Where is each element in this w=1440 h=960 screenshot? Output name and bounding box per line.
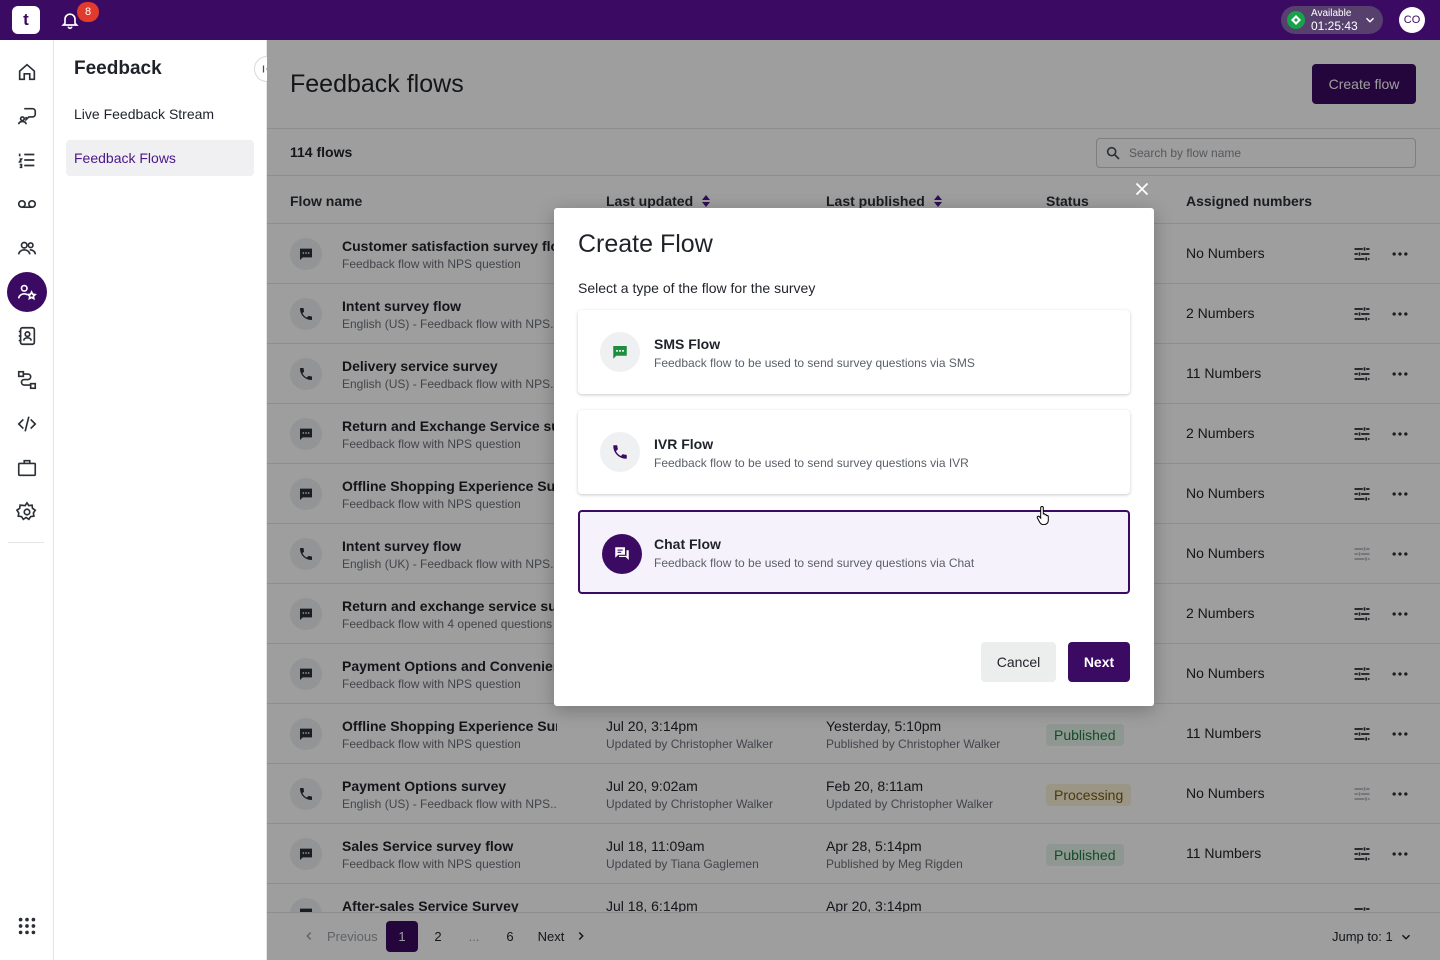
hand-cursor-icon [1036,505,1049,525]
user-avatar[interactable]: CO [1399,7,1425,33]
notification-badge: 8 [77,2,99,22]
team-icon[interactable] [7,228,47,268]
option-title: Chat Flow [654,536,721,552]
rail-divider [8,542,44,543]
option-description: Feedback flow to be used to send survey … [654,456,969,470]
side-panel-title: Feedback [74,58,162,79]
status-label: Available [1311,7,1352,19]
option-title: IVR Flow [654,436,714,452]
code-icon[interactable] [7,404,47,444]
app-logo[interactable]: t [12,6,40,34]
sms-icon [600,332,640,372]
routing-icon[interactable] [7,360,47,400]
home-icon[interactable] [7,52,47,92]
option-description: Feedback flow to be used to send survey … [654,556,975,570]
dialog-subtitle: Select a type of the flow for the survey [578,280,816,296]
availability-status-dropdown[interactable]: Available 01:25:43 [1281,6,1383,34]
create-flow-dialog: Create Flow Select a type of the flow fo… [554,208,1154,706]
briefcase-icon[interactable] [7,448,47,488]
option-description: Feedback flow to be used to send survey … [654,356,975,370]
feedback-icon[interactable] [7,272,47,312]
option-title: SMS Flow [654,336,721,352]
sidebar-item-live-feedback-stream[interactable]: Live Feedback Stream [66,96,254,132]
chevron-down-icon [1365,17,1375,23]
left-rail [0,40,54,960]
side-panel: Feedback Live Feedback Stream Feedback F… [54,40,280,960]
cancel-button[interactable]: Cancel [981,642,1056,682]
conversations-icon[interactable] [7,96,47,136]
status-timer: 01:25:43 [1311,18,1358,33]
available-status-icon [1287,11,1305,29]
queue-list-icon[interactable] [7,140,47,180]
top-bar: t 8 Available 01:25:43 CO [0,0,1440,40]
sms-flow-option[interactable]: SMS Flow Feedback flow to be used to sen… [578,310,1130,394]
next-button[interactable]: Next [1068,642,1130,682]
contacts-icon[interactable] [7,316,47,356]
phone-icon [600,432,640,472]
voicemail-icon[interactable] [7,184,47,224]
close-icon[interactable] [1131,178,1153,200]
chat-icon [602,534,642,574]
ivr-flow-option[interactable]: IVR Flow Feedback flow to be used to sen… [578,410,1130,494]
app-grid-icon[interactable] [7,906,47,946]
sidebar-item-feedback-flows[interactable]: Feedback Flows [66,140,254,176]
dialog-title: Create Flow [578,230,713,258]
settings-gear-icon[interactable] [7,492,47,532]
